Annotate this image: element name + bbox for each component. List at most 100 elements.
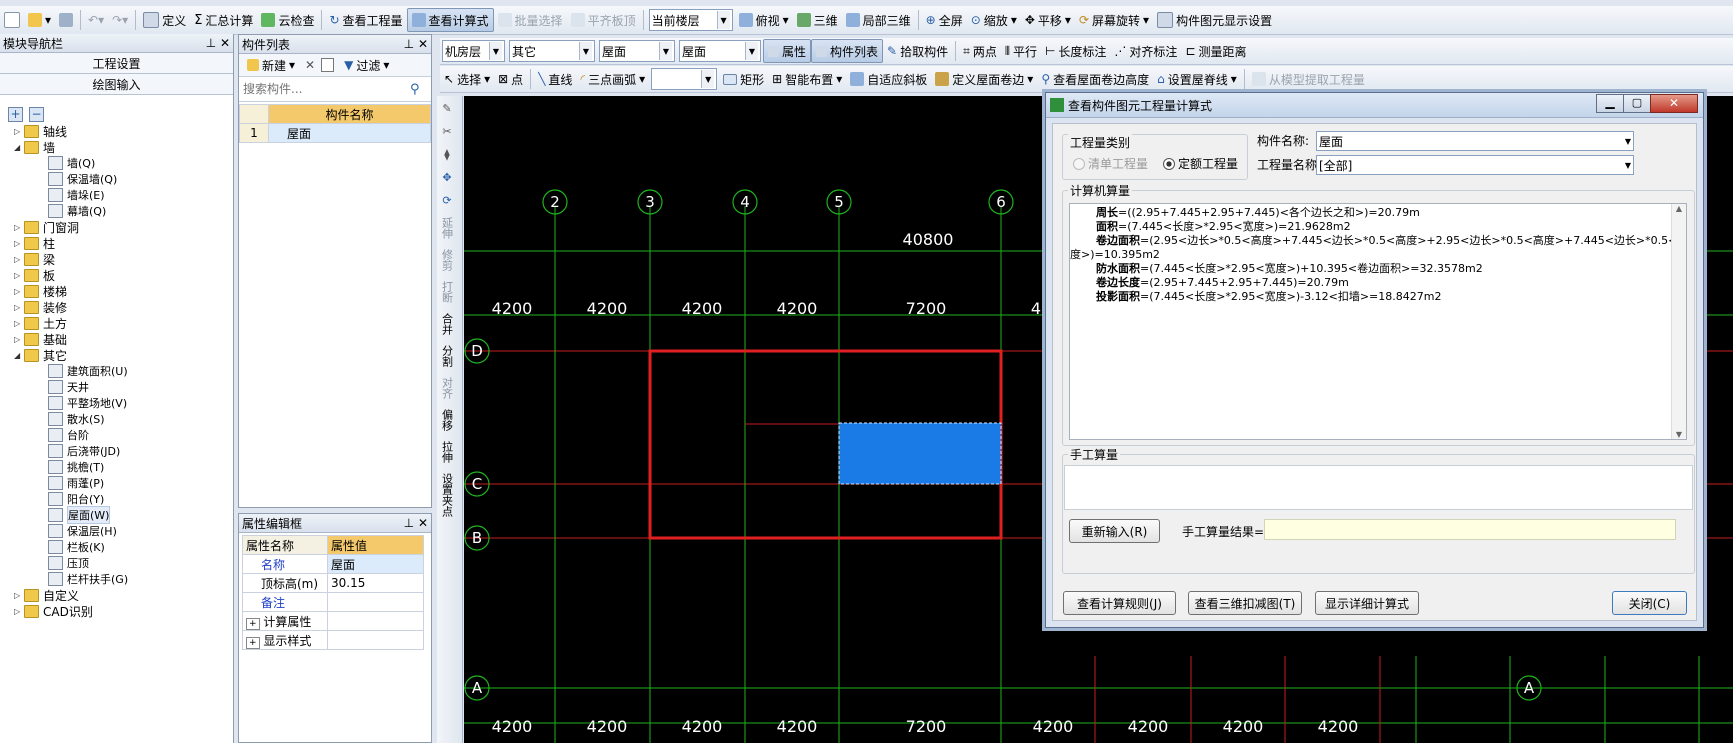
quota-qty-radio[interactable]: 定额工程量 [1163, 155, 1238, 172]
tree-item[interactable]: ◢ 墙 [14, 139, 233, 155]
tree-item[interactable]: 墙垛(E) [14, 187, 233, 203]
table-row[interactable]: 备注 [242, 592, 424, 612]
two-point-button[interactable]: ⌗ 两点 [959, 40, 1001, 62]
align-tool[interactable]: 对齐 [441, 377, 454, 399]
length-dim-button[interactable]: ⊢ 长度标注 [1041, 40, 1110, 62]
tree-item[interactable]: 保温墙(Q) [14, 171, 233, 187]
tree-item[interactable]: 平整场地(V) [14, 395, 233, 411]
tree-item[interactable]: ▷ 梁 [14, 251, 233, 267]
tree-item[interactable]: ▷ CAD识别 [14, 603, 233, 619]
prop-name-expandable[interactable]: + 计算属性 [242, 611, 328, 631]
show-detail-formula-button[interactable]: 显示详细计算式 [1315, 591, 1419, 615]
fullscreen-button[interactable]: ⊕ 全屏 [922, 9, 967, 31]
tree-item[interactable]: 阳台(Y) [14, 491, 233, 507]
measure-distance-button[interactable]: ⊏ 测量距离 [1181, 40, 1250, 62]
tree-item[interactable]: ▷ 柱 [14, 235, 233, 251]
define-button[interactable]: 定义 [139, 9, 190, 31]
top-view-button[interactable]: 俯视 ▾ [735, 9, 793, 31]
auto-slope-button[interactable]: 自适应斜板 [846, 68, 931, 90]
tree-item[interactable]: 后浇带(JD) [14, 443, 233, 459]
layer-dropdown[interactable]: 机房层 ▼ [442, 40, 505, 62]
pin-icon[interactable]: ⊥ ✕ [404, 37, 428, 51]
delete-icon[interactable]: ✕ [305, 58, 315, 72]
expand-arrow-icon[interactable]: ▷ [14, 335, 24, 344]
tree-item[interactable]: ▷ 楼梯 [14, 283, 233, 299]
pin-icon[interactable]: ⊥ ✕ [404, 516, 428, 530]
tree-item[interactable]: 天井 [14, 379, 233, 395]
set-grip-tool[interactable]: 设置夹点 [441, 473, 454, 517]
prop-value[interactable]: 30.15 [327, 573, 424, 593]
define-roof-roll-button[interactable]: 定义屋面卷边 ▾ [931, 68, 1037, 90]
tree-item[interactable]: ▷ 轴线 [14, 123, 233, 139]
view-rules-button[interactable]: 查看计算规则(J) [1063, 591, 1176, 615]
tree-item[interactable]: 散水(S) [14, 411, 233, 427]
component-type-dropdown[interactable]: 屋面 ▼ [599, 40, 675, 62]
expand-arrow-icon[interactable]: ▷ [14, 591, 24, 600]
offset-tool[interactable]: 偏移 [441, 409, 454, 431]
table-row[interactable]: 1 屋面 [239, 123, 431, 143]
minimize-button[interactable]: ▁ [1596, 94, 1624, 113]
expand-arrow-icon[interactable]: ▷ [14, 303, 24, 312]
tree-item[interactable]: ▷ 自定义 [14, 587, 233, 603]
project-settings-button[interactable]: 工程设置 [0, 53, 233, 74]
expand-arrow-icon[interactable]: ▷ [14, 239, 24, 248]
pin-icon[interactable]: ⊥ ✕ [206, 36, 230, 50]
expand-arrow-icon[interactable]: ▷ [14, 255, 24, 264]
collapse-arrow-icon[interactable]: ◢ [14, 143, 24, 152]
select-button[interactable]: ↖ 选择 ▾ [440, 68, 494, 90]
copy-icon[interactable] [321, 58, 335, 72]
pick-component-button[interactable]: ✎ 拾取构件 [883, 40, 952, 62]
split-tool[interactable]: 分割 [441, 345, 454, 367]
filter-button[interactable]: ▼ 过滤 ▾ [340, 54, 393, 76]
table-row[interactable]: 顶标高(m) 30.15 [242, 573, 424, 593]
expand-arrow-icon[interactable]: ▷ [14, 271, 24, 280]
view-roof-roll-height-button[interactable]: ⚲ 查看屋面卷边高度 [1037, 68, 1153, 90]
break-tool[interactable]: 打断 [441, 281, 454, 303]
new-component-button[interactable]: 新建 ▾ [243, 54, 299, 76]
batch-select-button[interactable]: 批量选择 [494, 9, 567, 31]
tree-item[interactable]: ▷ 门窗洞 [14, 219, 233, 235]
collapse-all-icon[interactable]: − [29, 106, 44, 122]
extend-tool[interactable]: 延伸 [441, 217, 454, 239]
extract-from-model-button[interactable]: 从模型提取工程量 [1248, 68, 1369, 90]
type-dropdown[interactable]: 其它 ▼ [509, 40, 595, 62]
smart-layout-button[interactable]: ⊞ 智能布置 ▾ [768, 68, 846, 90]
tree-item[interactable]: ▷ 土方 [14, 315, 233, 331]
merge-tool[interactable]: 合并 [441, 313, 454, 335]
scrollbar[interactable]: ▲ ▼ [1671, 204, 1686, 439]
reenter-button[interactable]: 重新输入(R) [1069, 519, 1160, 543]
save-icon[interactable] [55, 9, 77, 31]
screen-rotate-button[interactable]: ⟳ 屏幕旋转 ▾ [1075, 9, 1153, 31]
manual-result-field[interactable] [1264, 519, 1676, 540]
drawing-input-button[interactable]: 绘图输入 [0, 74, 233, 95]
search-icon[interactable]: ⚲ [410, 82, 420, 97]
tree-item[interactable]: 挑檐(T) [14, 459, 233, 475]
undo-icon[interactable]: ↶▾ [84, 9, 108, 31]
point-button[interactable]: ⊠ 点 [494, 68, 527, 90]
align-dim-button[interactable]: ⋰ 对齐标注 [1110, 40, 1181, 62]
table-row[interactable]: 名称 屋面 [242, 554, 424, 574]
expand-arrow-icon[interactable]: ▷ [14, 287, 24, 296]
tree-item[interactable]: 建筑面积(U) [14, 363, 233, 379]
view-3d-deduction-button[interactable]: 查看三维扣减图(T) [1188, 591, 1302, 615]
tree-item[interactable]: 屋面(W) [14, 506, 233, 524]
local-3d-button[interactable]: 局部三维 [842, 9, 915, 31]
expand-all-icon[interactable]: + [8, 106, 23, 122]
align-slab-button[interactable]: 平齐板顶 [567, 9, 640, 31]
sum-calc-button[interactable]: Σ 汇总计算 [190, 9, 257, 31]
collapse-arrow-icon[interactable]: ◢ [14, 351, 24, 360]
new-file-icon[interactable] [0, 9, 24, 31]
table-row[interactable]: + 显示样式 [242, 630, 424, 650]
component-search-input[interactable] [239, 78, 410, 100]
stretch-tool[interactable]: 拉伸 [441, 441, 454, 463]
close-icon[interactable]: ✕ [1650, 94, 1698, 113]
rotate-icon[interactable]: ⟳ [442, 194, 451, 207]
parallel-button[interactable]: ⫴ 平行 [1001, 40, 1041, 62]
zoom-button[interactable]: ⊙ 缩放 ▾ [967, 9, 1021, 31]
trim-tool[interactable]: 修剪 [441, 249, 454, 271]
table-row[interactable]: + 计算属性 [242, 611, 424, 631]
list-qty-radio[interactable]: 清单工程量 [1073, 155, 1148, 172]
expand-arrow-icon[interactable]: ▷ [14, 607, 24, 616]
arc-option-dropdown[interactable]: ▼ [651, 68, 718, 90]
component-name-select[interactable]: 屋面 ▼ [1316, 131, 1634, 151]
